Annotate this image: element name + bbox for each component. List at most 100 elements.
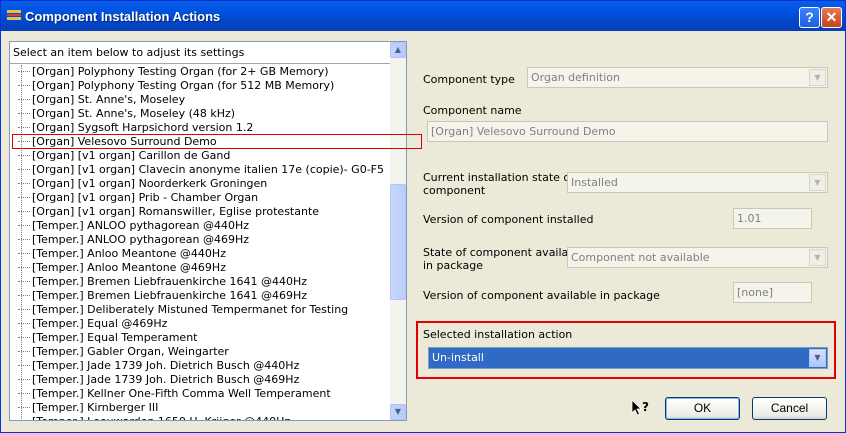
package-state-label: State of component available in package xyxy=(423,246,586,272)
list-item-label: [Organ] [v1 organ] Clavecin anonyme ital… xyxy=(32,163,384,176)
list-item[interactable]: [Temper.] Anloo Meantone @469Hz xyxy=(18,261,226,275)
list-item[interactable]: [Temper.] Jade 1739 Joh. Dietrich Busch … xyxy=(18,373,299,387)
list-item-label: [Organ] Velesovo Surround Demo xyxy=(32,135,217,148)
version-installed-value: 1.01 xyxy=(737,212,762,225)
list-item[interactable]: [Temper.] Kirnberger III xyxy=(18,401,158,415)
tree-connector xyxy=(18,71,30,73)
dialog-window: Component Installation Actions ? ✕ Selec… xyxy=(0,0,846,433)
package-state-value: Component not available xyxy=(571,251,710,264)
list-item[interactable]: [Temper.] Gabler Organ, Weingarter xyxy=(18,345,229,359)
tree-connector xyxy=(18,99,30,101)
package-state-select: Component not available ▼ xyxy=(567,247,828,268)
scroll-down-button[interactable]: ▼ xyxy=(390,404,406,420)
list-item-label: [Temper.] ANLOO pythagorean @440Hz xyxy=(32,219,250,232)
component-type-select: Organ definition ▼ xyxy=(527,67,828,88)
tree-connector xyxy=(18,393,30,395)
list-item[interactable]: [Organ] [v1 organ] Prib - Chamber Organ xyxy=(18,191,258,205)
installation-action-label: Selected installation action xyxy=(423,328,573,341)
chevron-down-icon: ▼ xyxy=(809,249,826,266)
version-installed-field: 1.01 xyxy=(733,208,812,229)
tree-connector xyxy=(18,113,30,115)
list-item[interactable]: [Temper.] Equal @469Hz xyxy=(18,317,167,331)
ok-button[interactable]: OK xyxy=(665,397,740,420)
list-item-label: [Temper.] Jade 1739 Joh. Dietrich Busch … xyxy=(32,373,300,386)
list-item-label: [Organ] [v1 organ] Carillon de Gand xyxy=(32,149,231,162)
component-name-value: [Organ] Velesovo Surround Demo xyxy=(431,125,616,138)
list-item[interactable]: [Temper.] Jade 1739 Joh. Dietrich Busch … xyxy=(18,359,299,373)
list-item[interactable]: [Organ] [v1 organ] Romanswiller, Eglise … xyxy=(18,205,319,219)
installation-action-value: Un-install xyxy=(432,351,484,364)
list-item[interactable]: [Temper.] Equal Temperament xyxy=(18,331,197,345)
tree-connector xyxy=(18,253,30,255)
scroll-thumb[interactable] xyxy=(390,184,406,300)
package-version-field: [none] xyxy=(733,282,812,303)
list-item[interactable]: [Temper.] Deliberately Mistuned Temperma… xyxy=(18,303,348,317)
tree-connector xyxy=(18,85,30,87)
list-item-label: [Temper.] Bremen Liebfrauenkirche 1641 @… xyxy=(32,289,308,302)
component-type-label: Component type xyxy=(423,73,515,86)
list-item[interactable]: [Organ] [v1 organ] Carillon de Gand xyxy=(18,149,230,163)
list-item[interactable]: [Temper.] Bremen Liebfrauenkirche 1641 @… xyxy=(18,289,307,303)
list-item-label: [Temper.] Deliberately Mistuned Temperma… xyxy=(32,303,349,316)
list-item[interactable]: [Organ] Polyphony Testing Organ (for 2+ … xyxy=(18,65,329,79)
window-title: Component Installation Actions xyxy=(25,9,221,24)
list-item-label: [Organ] Polyphony Testing Organ (for 2+ … xyxy=(32,65,329,78)
component-list-panel: Select an item below to adjust its setti… xyxy=(9,41,407,421)
list-item[interactable]: [Temper.] Kellner One-Fifth Comma Well T… xyxy=(18,387,331,401)
list-item[interactable]: [Organ] Polyphony Testing Organ (for 512… xyxy=(18,79,334,93)
app-icon xyxy=(7,10,21,20)
svg-text:?: ? xyxy=(642,400,649,414)
list-item-label: [Organ] [v1 organ] Prib - Chamber Organ xyxy=(32,191,259,204)
list-item-label: [Temper.] Jade 1739 Joh. Dietrich Busch … xyxy=(32,359,300,372)
list-item-label: [Organ] Polyphony Testing Organ (for 512… xyxy=(32,79,335,92)
component-list[interactable]: [Organ] Polyphony Testing Organ (for 2+ … xyxy=(10,65,392,420)
tree-connector xyxy=(18,239,30,241)
tree-connector xyxy=(18,281,30,283)
scroll-up-button[interactable]: ▲ xyxy=(390,42,406,58)
component-name-label: Component name xyxy=(423,104,522,117)
list-item-label: [Temper.] Anloo Meantone @440Hz xyxy=(32,247,226,260)
list-item-selected[interactable]: [Organ] Velesovo Surround Demo xyxy=(18,135,217,149)
tree-connector xyxy=(18,155,30,157)
title-bar[interactable]: Component Installation Actions ? ✕ xyxy=(1,1,845,31)
tree-connector xyxy=(18,169,30,171)
whats-this-help-icon[interactable]: ? xyxy=(631,399,651,417)
chevron-down-icon[interactable]: ▼ xyxy=(809,349,826,367)
installation-action-select[interactable]: Un-install ▼ xyxy=(428,347,828,369)
list-item-label: [Temper.] Kirnberger III xyxy=(32,401,159,414)
tree-connector xyxy=(18,141,30,143)
list-item[interactable]: [Organ] Sygsoft Harpsichord version 1.2 xyxy=(18,121,253,135)
list-item-label: [Temper.] Equal @469Hz xyxy=(32,317,168,330)
package-version-value: [none] xyxy=(737,286,774,299)
list-item-label: [Organ] Sygsoft Harpsichord version 1.2 xyxy=(32,121,254,134)
current-state-label: Current installation state of component xyxy=(423,171,575,197)
current-state-value: Installed xyxy=(571,176,618,189)
tree-connector xyxy=(18,225,30,227)
tree-connector xyxy=(18,211,30,213)
cancel-button[interactable]: Cancel xyxy=(752,397,827,420)
list-item[interactable]: [Organ] [v1 organ] Clavecin anonyme ital… xyxy=(18,163,384,177)
tree-connector xyxy=(18,183,30,185)
tree-connector xyxy=(18,127,30,129)
list-item[interactable]: [Organ] [v1 organ] Noorderkerk Groningen xyxy=(18,177,267,191)
component-type-value: Organ definition xyxy=(531,71,620,84)
list-item[interactable]: [Temper.] Leeuwarden 1650 H. Krijger @44… xyxy=(18,415,290,420)
list-item[interactable]: [Temper.] ANLOO pythagorean @469Hz xyxy=(18,233,249,247)
list-item-label: [Organ] [v1 organ] Noorderkerk Groningen xyxy=(32,177,268,190)
chevron-down-icon: ▼ xyxy=(809,174,826,191)
list-item-label: [Temper.] ANLOO pythagorean @469Hz xyxy=(32,233,250,246)
list-item-label: [Temper.] Anloo Meantone @469Hz xyxy=(32,261,226,274)
list-item[interactable]: [Temper.] ANLOO pythagorean @440Hz xyxy=(18,219,249,233)
close-button[interactable]: ✕ xyxy=(821,7,842,28)
version-installed-label: Version of component installed xyxy=(423,213,594,226)
current-state-select: Installed ▼ xyxy=(567,172,828,193)
list-scrollbar[interactable]: ▲ ▼ xyxy=(390,42,406,420)
list-item-label: [Temper.] Leeuwarden 1650 H. Krijger @44… xyxy=(32,415,290,420)
list-item[interactable]: [Organ] St. Anne's, Moseley xyxy=(18,93,185,107)
tree-connector xyxy=(18,267,30,269)
list-item-label: [Temper.] Gabler Organ, Weingarter xyxy=(32,345,229,358)
list-item[interactable]: [Temper.] Anloo Meantone @440Hz xyxy=(18,247,226,261)
list-item[interactable]: [Temper.] Bremen Liebfrauenkirche 1641 @… xyxy=(18,275,307,289)
list-item[interactable]: [Organ] St. Anne's, Moseley (48 kHz) xyxy=(18,107,235,121)
help-button[interactable]: ? xyxy=(799,7,820,28)
